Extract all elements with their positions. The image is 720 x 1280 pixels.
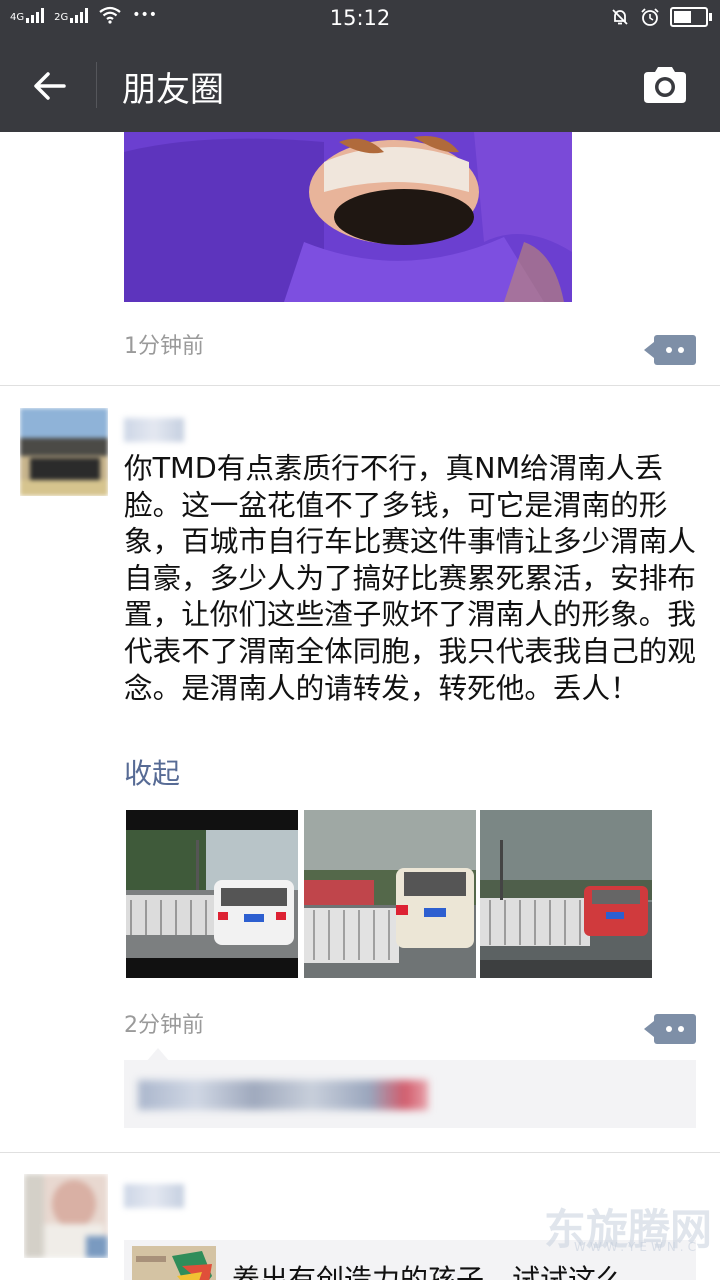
status-bar: 4G 2G ••• 15:12 (0, 0, 720, 36)
moments-feed[interactable]: 1分钟前 你TMD有点素质行不行，真NM给渭南人丢脸。这一盆花值不了多钱，可它是… (0, 132, 720, 1280)
avatar[interactable] (24, 1174, 108, 1258)
post-image-2[interactable] (304, 810, 476, 978)
like-triangle (146, 1048, 170, 1062)
post-image[interactable] (124, 132, 572, 302)
user-name[interactable] (124, 1184, 184, 1208)
battery-fill (674, 11, 691, 23)
comment-button[interactable] (644, 1014, 696, 1044)
alarm-clock-icon (641, 8, 659, 26)
shared-link-thumbnail (132, 1246, 216, 1280)
shared-link-title: 养出有创造力的孩子，试试这么 (232, 1263, 625, 1280)
likes-names[interactable] (138, 1080, 428, 1110)
post-text: 你TMD有点素质行不行，真NM给渭南人丢脸。这一盆花值不了多钱，可它是渭南的形象… (124, 451, 696, 705)
post-divider (0, 1152, 720, 1153)
collapse-link[interactable]: 收起 (124, 752, 180, 792)
comment-button[interactable] (644, 335, 696, 365)
title-bar: 朋友圈 (0, 36, 720, 132)
post-divider (0, 385, 720, 386)
page-title: 朋友圈 (122, 70, 224, 110)
post-time: 1分钟前 (124, 334, 204, 359)
post-image-1[interactable] (126, 810, 298, 978)
mute-bell-icon (612, 9, 628, 25)
baby-photo (124, 132, 572, 302)
status-right (610, 7, 712, 27)
battery-icon (670, 7, 712, 27)
user-name[interactable] (124, 418, 184, 442)
post-image-3[interactable] (480, 810, 652, 978)
back-arrow-icon[interactable] (30, 66, 70, 106)
camera-icon[interactable] (642, 66, 688, 104)
post-time: 2分钟前 (124, 1013, 204, 1038)
watermark-url: WWW.YEWN.C (574, 1240, 700, 1254)
avatar[interactable] (20, 408, 108, 496)
likes-panel (124, 1048, 696, 1128)
title-separator (96, 62, 97, 108)
